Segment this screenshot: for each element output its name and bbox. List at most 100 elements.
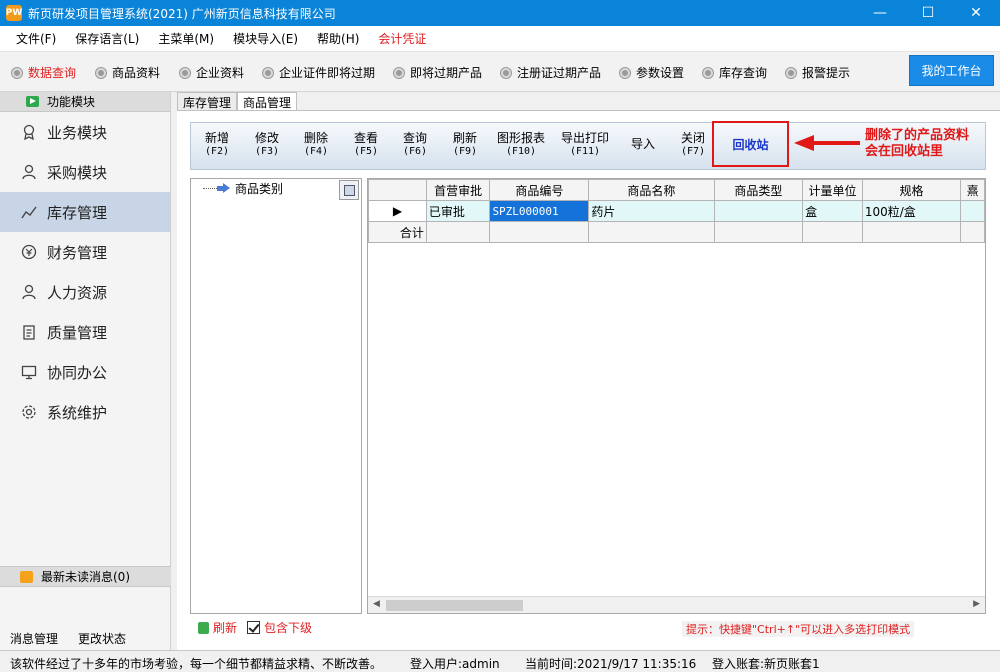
tab-product[interactable]: 商品管理 (237, 92, 298, 111)
tab-inventory[interactable]: 库存管理 (177, 92, 238, 111)
menu-bar: 文件(F) 保存语言(L) 主菜单(M) 模块导入(E) 帮助(H) 会计凭证 (0, 26, 1000, 52)
quick-reg-expired[interactable]: 注册证过期产品 (501, 64, 601, 81)
total-row: 合计 (368, 221, 985, 243)
tree-refresh-link[interactable]: 刷新 (213, 619, 237, 636)
scroll-left-icon[interactable]: ◀ (373, 599, 380, 609)
title-bar: PW 新页研发项目管理系统(2021) 广州新页信息科技有限公司 — ☐ ✕ (0, 0, 1000, 26)
edit-button[interactable]: 修改 (F3) (255, 132, 279, 158)
close-tab-button[interactable]: 关闭 (F7) (681, 132, 705, 158)
refresh-icon (198, 621, 209, 634)
row-indicator: ▶ (368, 200, 427, 222)
menu-file[interactable]: 文件(F) (16, 30, 56, 47)
column-header-blank (368, 179, 427, 201)
category-tree: 商品类别 (190, 178, 362, 614)
radio-icon (12, 67, 22, 78)
cell-name[interactable]: 药片 (588, 200, 715, 222)
status-time: 当前时间:2021/9/17 11:35:16 (525, 657, 697, 671)
sidebar: 功能模块 业务模块 采购模块 库存管理 财务管理 人力资源 质量管理 协同办公 … (0, 92, 171, 650)
quick-cert-expiring[interactable]: 企业证件即将过期 (263, 64, 375, 81)
cell-unit[interactable]: 盒 (802, 200, 863, 222)
cell-code[interactable]: SPZL000001 (489, 200, 590, 222)
save-icon[interactable] (339, 180, 359, 200)
sidebar-item-purchase[interactable]: 采购模块 (0, 152, 170, 192)
tree-node-root[interactable]: 商品类别 (203, 180, 283, 197)
scroll-thumb[interactable] (386, 600, 523, 611)
status-account: 登入账套:新页账套1 (712, 657, 820, 671)
workbench-button[interactable]: 我的工作台 (909, 55, 994, 86)
sidebar-item-finance[interactable]: 财务管理 (0, 232, 170, 272)
refresh-button[interactable]: 刷新 (F9) (453, 132, 477, 158)
radio-icon (703, 67, 713, 78)
user-badge-icon (20, 123, 38, 141)
cell-approval[interactable]: 已审批 (425, 200, 491, 222)
column-header-type[interactable]: 商品类型 (713, 179, 804, 201)
chart-report-button[interactable]: 图形报表 (F10) (497, 132, 545, 158)
trend-chart-icon (20, 203, 38, 221)
menu-language[interactable]: 保存语言(L) (75, 30, 139, 47)
status-bar: 该软件经过了十多年的市场考验，每一个细节都精益求精、不断改善。 登入用户:adm… (0, 650, 1000, 672)
cell-type[interactable] (713, 200, 804, 222)
change-status-link[interactable]: 更改状态 (78, 630, 126, 647)
tab-bar: 库存管理 商品管理 (177, 92, 298, 111)
message-manage-link[interactable]: 消息管理 (10, 630, 58, 647)
cell-more[interactable] (960, 200, 985, 222)
total-label: 合计 (368, 221, 427, 243)
column-header-code[interactable]: 商品编号 (489, 179, 590, 201)
menu-help[interactable]: 帮助(H) (317, 30, 359, 47)
quick-company-info[interactable]: 企业资料 (180, 64, 244, 81)
cell-spec[interactable]: 100粒/盒 (861, 200, 962, 222)
monitor-icon (20, 363, 38, 381)
radio-icon (96, 67, 106, 78)
include-sub-label[interactable]: 包含下级 (264, 619, 312, 636)
import-button[interactable]: 导入 (631, 138, 655, 151)
maximize-button[interactable]: ☐ (904, 0, 952, 26)
quick-bar: 数据查询 商品资料 企业资料 企业证件即将过期 即将过期产品 注册证过期产品 参… (0, 52, 1000, 92)
product-grid: 首营审批 商品编号 商品名称 商品类型 计量单位 规格 熹 ▶ 已审批 SPZL… (367, 178, 986, 614)
radio-icon (786, 67, 796, 78)
quick-data-query[interactable]: 数据查询 (12, 64, 76, 81)
column-header-approval[interactable]: 首营审批 (425, 179, 491, 201)
quick-alerts[interactable]: 报警提示 (786, 64, 850, 81)
sidebar-item-hr[interactable]: 人力资源 (0, 272, 170, 312)
recycle-bin-button[interactable]: 回收站 (712, 121, 789, 167)
status-user: 登入用户:admin (410, 657, 500, 671)
window-title: 新页研发项目管理系统(2021) 广州新页信息科技有限公司 (28, 6, 336, 21)
column-header-more[interactable]: 熹 (960, 179, 985, 201)
export-print-button[interactable]: 导出打印 (F11) (561, 132, 609, 158)
sidebar-item-maintenance[interactable]: 系统维护 (0, 392, 170, 432)
quick-settings[interactable]: 参数设置 (620, 64, 684, 81)
menu-import[interactable]: 模块导入(E) (233, 30, 298, 47)
query-button[interactable]: 查询 (F6) (403, 132, 427, 158)
column-header-spec[interactable]: 规格 (861, 179, 962, 201)
add-button[interactable]: 新增 (F2) (205, 132, 229, 158)
sidebar-header: 功能模块 (0, 92, 170, 112)
quick-stock-query[interactable]: 库存查询 (703, 64, 767, 81)
clipboard-icon (20, 323, 38, 341)
sidebar-item-business[interactable]: 业务模块 (0, 112, 170, 152)
view-button[interactable]: 查看 (F5) (354, 132, 378, 158)
gear-icon (20, 403, 38, 421)
sidebar-item-inventory[interactable]: 库存管理 (0, 192, 170, 232)
sidebar-item-quality[interactable]: 质量管理 (0, 312, 170, 352)
scroll-right-icon[interactable]: ▶ (973, 599, 980, 609)
menu-accounting[interactable]: 会计凭证 (378, 30, 426, 47)
main-panel: 新增 (F2) 修改 (F3) 删除 (F4) 查看 (F5) 查询 (F6) 刷新 (F9… (177, 110, 1000, 650)
delete-button[interactable]: 删除 (F4) (304, 132, 328, 158)
person-icon (20, 163, 38, 181)
sidebar-item-office[interactable]: 协同办公 (0, 352, 170, 392)
quick-product-info[interactable]: 商品资料 (96, 64, 160, 81)
annotation-text: 删除了的产品资料 会在回收站里 (865, 128, 970, 159)
table-row[interactable]: ▶ 已审批 SPZL000001 药片 盒 100粒/盒 (368, 200, 985, 222)
unread-messages[interactable]: 最新未读消息(0) (0, 566, 171, 587)
column-header-unit[interactable]: 计量单位 (802, 179, 863, 201)
horizontal-scrollbar[interactable]: ◀ ▶ (368, 596, 985, 613)
minimize-button[interactable]: — (856, 0, 904, 26)
close-button[interactable]: ✕ (952, 0, 1000, 26)
include-sub-checkbox[interactable] (247, 621, 261, 634)
person-icon (20, 283, 38, 301)
radio-icon (263, 67, 273, 78)
red-arrow-icon (794, 135, 860, 151)
column-header-name[interactable]: 商品名称 (588, 179, 715, 201)
quick-expiring-products[interactable]: 即将过期产品 (394, 64, 482, 81)
menu-main[interactable]: 主菜单(M) (158, 30, 214, 47)
